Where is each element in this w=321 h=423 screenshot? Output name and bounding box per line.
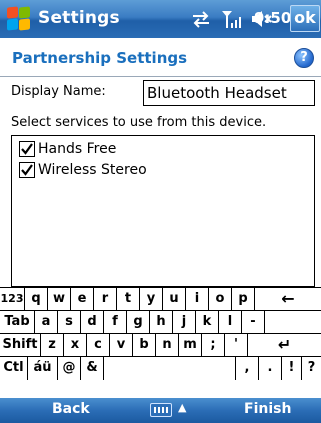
service-item-wireless-stereo[interactable]: Wireless Stereo bbox=[19, 160, 147, 180]
key-o[interactable]: o bbox=[208, 288, 231, 311]
key-l[interactable]: l bbox=[218, 311, 241, 334]
key-space[interactable] bbox=[103, 357, 235, 380]
key-b[interactable]: b bbox=[132, 334, 155, 357]
key-p[interactable]: p bbox=[231, 288, 254, 311]
key-h[interactable]: h bbox=[149, 311, 172, 334]
sync-icon[interactable] bbox=[190, 9, 212, 29]
key-z[interactable]: z bbox=[40, 334, 63, 357]
finish-softkey[interactable]: Finish bbox=[244, 401, 291, 417]
checkmark-icon bbox=[21, 164, 33, 176]
back-softkey[interactable]: Back bbox=[52, 401, 90, 417]
keyboard-row-4: Ctl áü @ & , . ! ? bbox=[0, 356, 321, 380]
key-semicolon[interactable]: ; bbox=[201, 334, 224, 357]
key-a[interactable]: a bbox=[34, 311, 57, 334]
key-u[interactable]: u bbox=[162, 288, 185, 311]
service-label: Hands Free bbox=[38, 141, 117, 157]
key-q[interactable]: q bbox=[24, 288, 47, 311]
key-i[interactable]: i bbox=[185, 288, 208, 311]
display-name-field[interactable]: Bluetooth Headset bbox=[143, 80, 315, 106]
service-item-hands-free[interactable]: Hands Free bbox=[19, 139, 116, 159]
sip-menu-arrow[interactable]: ▲ bbox=[178, 401, 186, 414]
keyboard-row-3: Shift z x c v b n m ; ' ↵ bbox=[0, 333, 321, 357]
key-n[interactable]: n bbox=[155, 334, 178, 357]
key-d[interactable]: d bbox=[80, 311, 103, 334]
key-comma[interactable]: , bbox=[235, 357, 258, 380]
key-s[interactable]: s bbox=[57, 311, 80, 334]
key-123[interactable]: 123 bbox=[0, 288, 24, 311]
key-hyphen[interactable]: - bbox=[241, 311, 264, 334]
service-label: Wireless Stereo bbox=[38, 162, 147, 178]
clock[interactable]: 9:50 bbox=[254, 9, 291, 27]
key-w[interactable]: w bbox=[47, 288, 70, 311]
keyboard-row-1: 123 q w e r t y u i o p ← bbox=[0, 287, 321, 311]
key-ctl[interactable]: Ctl bbox=[0, 357, 27, 380]
key-r[interactable]: r bbox=[93, 288, 116, 311]
wireless-stereo-checkbox[interactable] bbox=[19, 162, 35, 178]
key-v[interactable]: v bbox=[109, 334, 132, 357]
keyboard-icon[interactable] bbox=[150, 403, 172, 417]
signal-icon[interactable] bbox=[220, 8, 242, 30]
key-exclamation[interactable]: ! bbox=[281, 357, 301, 380]
display-name-label: Display Name: bbox=[11, 84, 106, 99]
key-backspace[interactable]: ← bbox=[254, 288, 321, 311]
ok-button[interactable]: ok bbox=[290, 5, 320, 32]
page-title: Partnership Settings bbox=[12, 49, 188, 67]
key-k[interactable]: k bbox=[195, 311, 218, 334]
services-label: Select services to use from this device. bbox=[11, 115, 267, 130]
key-j[interactable]: j bbox=[172, 311, 195, 334]
key-enter[interactable]: ↵ bbox=[247, 334, 321, 357]
keyboard-row-2: Tab a s d f g h j k l - bbox=[0, 310, 321, 334]
key-f[interactable]: f bbox=[103, 311, 126, 334]
key-c[interactable]: c bbox=[86, 334, 109, 357]
key-blank[interactable] bbox=[264, 311, 321, 334]
key-t[interactable]: t bbox=[116, 288, 139, 311]
key-y[interactable]: y bbox=[139, 288, 162, 311]
key-question[interactable]: ? bbox=[301, 357, 321, 380]
soft-keyboard: 123 q w e r t y u i o p ← Tab a s d f g … bbox=[0, 287, 321, 398]
app-title: Settings bbox=[38, 8, 120, 28]
key-ampersand[interactable]: & bbox=[80, 357, 103, 380]
key-g[interactable]: g bbox=[126, 311, 149, 334]
hands-free-checkbox[interactable] bbox=[19, 141, 35, 157]
page-heading: Partnership Settings ? bbox=[0, 38, 321, 77]
key-apostrophe[interactable]: ' bbox=[224, 334, 247, 357]
key-m[interactable]: m bbox=[178, 334, 201, 357]
services-list: Hands Free Wireless Stereo bbox=[11, 135, 315, 287]
key-tab[interactable]: Tab bbox=[0, 311, 34, 334]
key-e[interactable]: e bbox=[70, 288, 93, 311]
key-at[interactable]: @ bbox=[57, 357, 80, 380]
title-bar: Settings 9:50 ok bbox=[0, 0, 321, 38]
checkmark-icon bbox=[21, 143, 33, 155]
key-x[interactable]: x bbox=[63, 334, 86, 357]
key-shift[interactable]: Shift bbox=[0, 334, 40, 357]
key-period[interactable]: . bbox=[258, 357, 281, 380]
help-icon[interactable]: ? bbox=[294, 48, 314, 68]
key-international[interactable]: áü bbox=[27, 357, 57, 380]
softkey-bar: Back ▲ Finish bbox=[0, 398, 321, 423]
windows-flag-icon[interactable] bbox=[6, 6, 32, 32]
